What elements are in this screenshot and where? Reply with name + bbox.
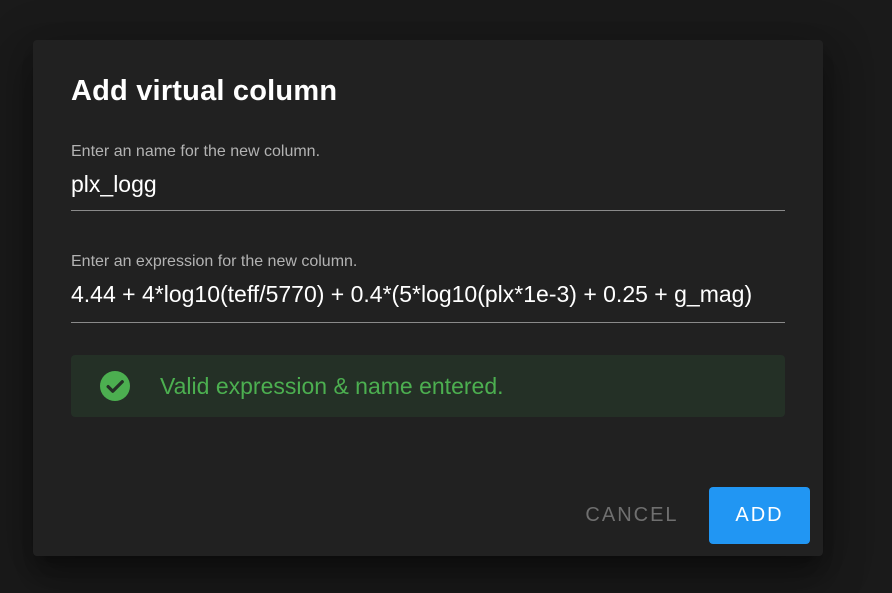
column-name-field[interactable]: Enter an name for the new column. plx_lo…: [71, 143, 785, 211]
expression-input[interactable]: 4.44 + 4*log10(teff/5770) + 0.4*(5*log10…: [71, 279, 785, 311]
expression-field[interactable]: Enter an expression for the new column. …: [71, 253, 785, 323]
dialog-title: Add virtual column: [71, 75, 338, 107]
column-name-label: Enter an name for the new column.: [71, 143, 321, 160]
cancel-button[interactable]: Cancel: [571, 487, 693, 544]
column-name-underline: [71, 210, 785, 211]
add-virtual-column-dialog: Add virtual column Enter an name for the…: [33, 40, 823, 556]
check-circle-icon: [100, 371, 130, 401]
expression-value: 4.44 + 4*log10(teff/5770) + 0.4*(5*log10…: [71, 281, 753, 307]
expression-label: Enter an expression for the new column.: [71, 253, 358, 270]
add-button[interactable]: Add: [709, 487, 810, 544]
validation-alert: Valid expression & name entered.: [71, 355, 785, 417]
column-name-input[interactable]: plx_logg: [71, 169, 785, 201]
expression-underline: [71, 322, 785, 323]
validation-message: Valid expression & name entered.: [160, 373, 504, 399]
